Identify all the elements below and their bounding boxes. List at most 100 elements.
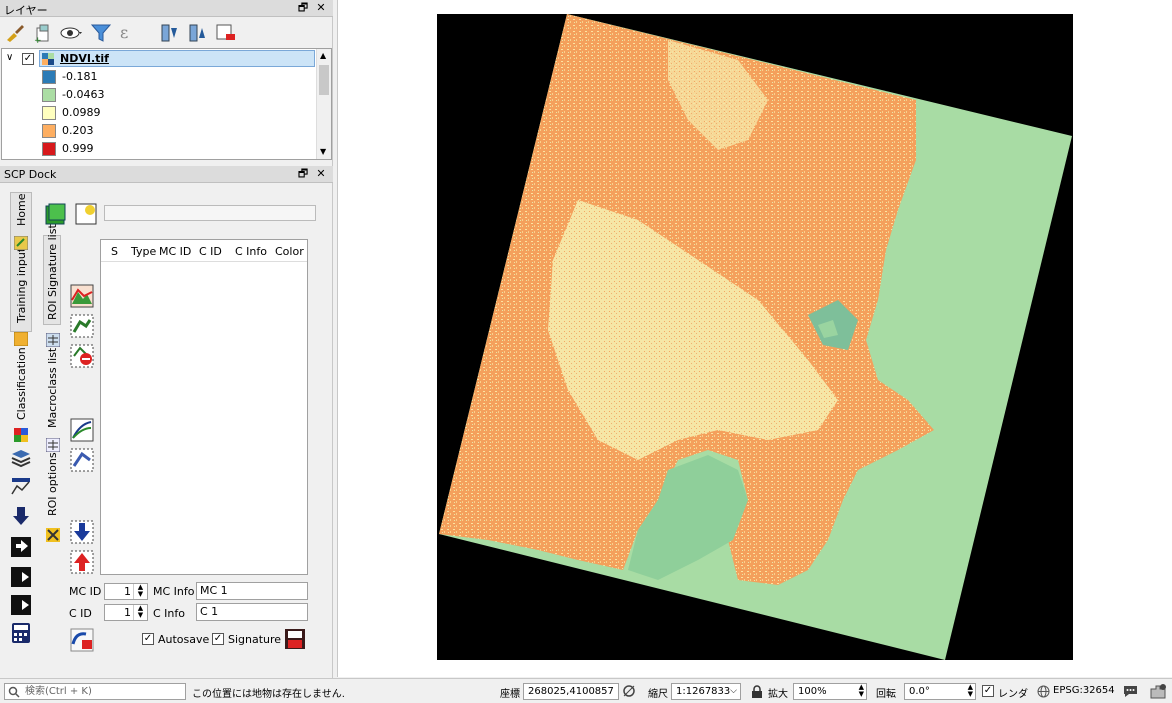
save-roi-icon[interactable] [284,628,306,650]
col-header-c-info[interactable]: C Info [235,245,267,258]
c-info-input[interactable]: C 1 [196,603,308,621]
mc-id-value: 1 [124,585,131,598]
spin-arrows-icon[interactable]: ▲ ▼ [968,684,973,698]
training-file-path [104,205,316,221]
scp-dock-title: SCP Dock 🗗 ✕ [0,166,333,183]
mc-id-spinbox[interactable]: 1 ▲ ▼ [104,583,148,600]
magnifier-spinbox[interactable]: 100% ▲ ▼ [793,683,867,700]
scroll-down-icon[interactable]: ▼ [320,147,326,156]
col-header-color[interactable]: Color [275,245,304,258]
home-tab-icon [14,236,28,250]
globe-crs-icon[interactable] [1037,685,1050,698]
float-panel-button[interactable]: 🗗 [296,1,310,15]
expand-all-icon[interactable] [158,22,180,44]
coordinate-field[interactable]: 268025,4100857 [523,683,619,700]
layers-dock-title-text: レイヤー [4,4,48,17]
magnifier-label: 拡大 [768,689,788,700]
legend-swatch [42,106,56,120]
add-group-icon[interactable]: + [32,22,54,44]
scroll-up-icon[interactable]: ▲ [320,51,326,60]
spin-arrows-icon[interactable]: ▲ ▼ [859,684,864,698]
filter-icon[interactable] [90,22,112,44]
render-checkbox[interactable]: ✓ [982,685,994,697]
signature-plot-icon[interactable] [70,418,94,442]
mouse-extent-toggle-icon[interactable] [622,684,636,698]
scp-float-button[interactable]: 🗗 [296,167,310,181]
c-id-spinbox[interactable]: 1 ▲ ▼ [104,604,148,621]
scatter-signature-icon[interactable] [70,448,94,472]
signature-checkbox[interactable]: ✓ [212,633,224,645]
spin-arrows-icon[interactable]: ▲ ▼ [133,605,147,620]
band-processing-icon[interactable] [10,566,32,588]
col-header-s[interactable]: S [111,245,118,258]
tab-training-input[interactable]: Training input [15,248,28,323]
roi-spectral-plot-icon[interactable] [70,284,94,308]
import-signature-icon[interactable] [70,520,94,544]
roi-signature-table[interactable]: S Type MC ID C ID C Info Color [100,239,308,575]
magnifier-value: 100% [798,686,827,697]
signature-label: Signature [228,633,282,646]
undo-save-roi-icon[interactable] [70,628,94,652]
band-set-icon[interactable] [10,446,32,468]
scroll-thumb[interactable] [319,65,329,95]
plugin-update-icon[interactable] [1149,683,1167,700]
subtab-roi-options[interactable]: ROI options [46,452,59,516]
spectral-plot-icon[interactable] [10,476,32,498]
rotation-label: 回転 [876,689,896,700]
mc-info-input[interactable]: MC 1 [196,582,308,600]
postprocessing-icon[interactable] [10,594,32,616]
autosave-checkbox[interactable]: ✓ [142,633,154,645]
spin-arrows-icon[interactable]: ▲ ▼ [133,584,147,599]
chevron-down-icon[interactable]: ∨ [6,52,13,63]
coordinate-label: 座標 [500,689,520,700]
left-panel: レイヤー 🗗 ✕ + ε ∨ ✓ NDVI.tif -0.181 -0.0463 0… [0,0,333,678]
legend-label: 0.999 [62,142,94,155]
c-info-label: C Info [153,607,185,620]
subtab-roi-signature-list[interactable]: ROI Signature list [46,224,59,320]
new-training-file-icon[interactable] [74,202,98,226]
open-training-file-icon[interactable] [44,202,68,226]
locator-search-input[interactable]: 検索(Ctrl + K) [4,683,186,700]
expression-filter-icon[interactable]: ε [118,22,140,44]
close-panel-button[interactable]: ✕ [314,1,328,15]
autosave-label: Autosave [158,633,210,646]
preprocessing-icon[interactable] [10,536,32,558]
remove-layer-icon[interactable] [214,22,236,44]
crs-label[interactable]: EPSG:32654 [1053,685,1115,696]
delete-roi-icon[interactable] [70,344,94,368]
status-message: この位置には地物は存在しません. [192,689,345,700]
roi-scatter-plot-icon[interactable] [70,314,94,338]
layers-dock-title: レイヤー 🗗 ✕ [0,0,333,17]
subtab-macroclass-list[interactable]: Macroclass list [46,348,59,428]
export-signature-icon[interactable] [70,550,94,574]
chevron-down-icon[interactable]: ⌵ [730,684,737,699]
render-label: レンダ [998,689,1028,700]
status-bar: 検索(Ctrl + K) この位置には地物は存在しません. 座標 268025,… [0,678,1172,703]
rotation-spinbox[interactable]: 0.0° ▲ ▼ [904,683,976,700]
mc-info-label: MC Info [153,585,195,598]
c-id-label: C ID [69,607,92,620]
tab-home[interactable]: Home [15,194,28,226]
layer-visibility-checkbox[interactable]: ✓ [22,53,34,65]
legend-swatch [42,70,56,84]
band-calc-icon[interactable] [10,622,32,644]
ndvi-raster-map [437,14,1073,660]
layer-tree-scrollbar[interactable]: ▲ ▼ [316,49,331,159]
col-header-c-id[interactable]: C ID [199,245,222,258]
download-icon[interactable] [10,506,32,528]
layer-row-selected[interactable]: NDVI.tif [39,50,315,67]
tab-classification[interactable]: Classification [15,347,28,420]
layer-name: NDVI.tif [60,52,109,65]
col-header-type[interactable]: Type [131,245,156,258]
style-brush-icon[interactable] [4,22,26,44]
col-header-mc-id[interactable]: MC ID [159,245,191,258]
lock-scale-icon[interactable] [751,685,763,698]
legend-label: 0.203 [62,124,94,137]
map-canvas[interactable] [337,0,1172,677]
scp-close-button[interactable]: ✕ [314,167,328,181]
scale-combobox[interactable]: 1:1267833 ⌵ [671,683,741,700]
svg-text:+: + [34,36,42,44]
collapse-all-icon[interactable] [186,22,208,44]
eye-visibility-icon[interactable] [60,22,82,44]
messages-icon[interactable] [1123,684,1138,699]
